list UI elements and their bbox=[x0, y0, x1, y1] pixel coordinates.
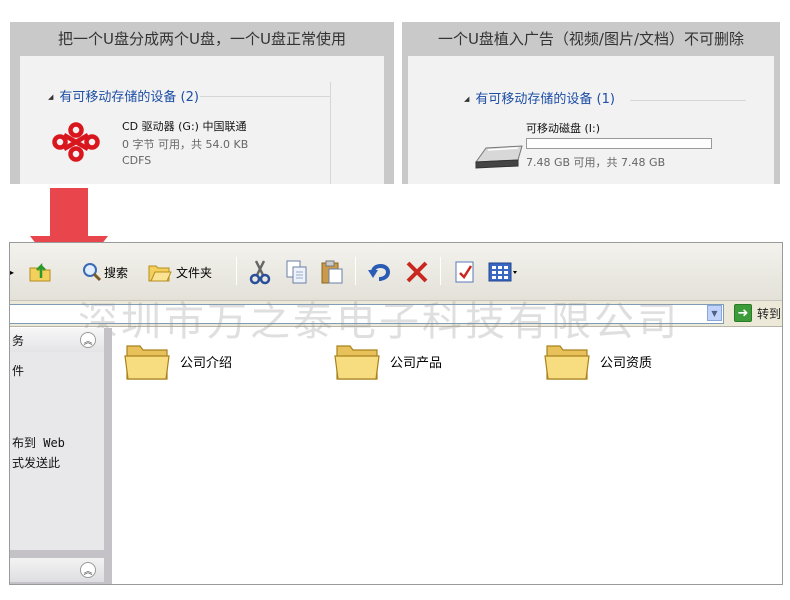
up-folder-button[interactable] bbox=[28, 260, 52, 284]
toolbar-separator bbox=[440, 257, 441, 285]
paste-button[interactable] bbox=[320, 260, 344, 284]
go-label: 转到 bbox=[757, 306, 782, 321]
task-item-email[interactable]: 式发送此 bbox=[12, 454, 60, 471]
undo-button[interactable] bbox=[368, 260, 394, 284]
collapse-triangle-icon[interactable]: ◢ bbox=[464, 95, 469, 103]
panel-body-right: ◢ 有可移动存储的设备 (1) 可移动磁盘 (I:) 7.48 GB 可用，共 7… bbox=[408, 56, 774, 184]
address-dropdown-button[interactable]: ▼ bbox=[707, 305, 722, 321]
panel-body-left: ◢ 有可移动存储的设备 (2) CD 驱动器 (G:) 中国联通 0 字节 可用，… bbox=[20, 56, 384, 184]
group-divider bbox=[630, 100, 746, 101]
drive-usage-bar bbox=[526, 138, 712, 149]
views-icon bbox=[488, 262, 517, 282]
device-group-label: 有可移动存储的设备 (2) bbox=[59, 90, 199, 105]
drive-name: CD 驱动器 (G:) 中国联通 bbox=[122, 120, 247, 133]
collapse-chevron-icon[interactable]: ︽ bbox=[80, 562, 96, 578]
go-arrow-icon: ➜ bbox=[734, 304, 752, 322]
drive-space: 0 字节 可用，共 54.0 KB bbox=[122, 138, 249, 151]
scissors-icon bbox=[249, 260, 271, 285]
panel-two-drives: 把一个U盘分成两个U盘，一个U盘正常使用 ◢ 有可移动存储的设备 (2) CD 驱… bbox=[10, 22, 394, 184]
other-places-header[interactable]: ︽ bbox=[10, 558, 104, 582]
folders-button[interactable]: 文件夹 bbox=[148, 260, 212, 284]
task-sidebar: 务 ︽ 件 布到 Web 式发送此 ︽ bbox=[10, 328, 112, 584]
device-group-header[interactable]: ◢ 有可移动存储的设备 (2) bbox=[48, 86, 199, 105]
views-button[interactable] bbox=[488, 260, 518, 284]
toolbar-separator bbox=[236, 257, 237, 285]
copy-icon bbox=[286, 260, 307, 284]
folders-icon bbox=[148, 265, 172, 282]
panel-title-right: 一个U盘植入广告（视频/图片/文档）不可删除 bbox=[437, 30, 745, 48]
device-group-header[interactable]: ◢ 有可移动存储的设备 (1) bbox=[464, 88, 615, 107]
search-label: 搜索 bbox=[104, 265, 129, 280]
folder-label: 公司资质 bbox=[600, 355, 653, 371]
up-folder-icon bbox=[29, 262, 51, 282]
drive-filesystem: CDFS bbox=[122, 154, 152, 167]
folder-label: 公司介绍 bbox=[180, 355, 233, 371]
back-dropdown-icon[interactable]: ▸ bbox=[10, 260, 14, 284]
folder-item[interactable]: 公司产品 bbox=[334, 340, 442, 382]
folders-label: 文件夹 bbox=[176, 265, 213, 280]
copy-button[interactable] bbox=[285, 260, 309, 284]
cut-button[interactable] bbox=[248, 260, 272, 285]
folder-label: 公司产品 bbox=[390, 355, 443, 371]
task-panel-header[interactable]: 务 ︽ bbox=[10, 328, 104, 352]
toolbar-separator bbox=[355, 257, 356, 285]
task-panel-title: 务 bbox=[12, 334, 25, 348]
device-group-label: 有可移动存储的设备 (1) bbox=[475, 92, 615, 107]
folder-icon bbox=[544, 345, 590, 380]
folder-item[interactable]: 公司资质 bbox=[544, 340, 652, 382]
undo-icon bbox=[368, 264, 391, 281]
address-input[interactable] bbox=[10, 304, 724, 324]
panel-ad-drive: 一个U盘植入广告（视频/图片/文档）不可删除 ◢ 有可移动存储的设备 (1) 可移… bbox=[402, 22, 780, 184]
panel-title-left: 把一个U盘分成两个U盘，一个U盘正常使用 bbox=[58, 30, 346, 48]
search-button[interactable]: 搜索 bbox=[80, 260, 128, 284]
column-divider bbox=[330, 82, 331, 184]
address-bar: ▼ ➜ 转到 bbox=[10, 301, 782, 327]
explorer-window: ▸ 搜索 文件夹 ▼ ➜ 转到 深圳市万之泰电子科技有限公司 务 ︽ 件 布到 … bbox=[9, 242, 783, 585]
china-unicom-logo-icon bbox=[52, 122, 100, 162]
folder-icon bbox=[124, 345, 170, 380]
go-button[interactable]: ➜ 转到 bbox=[734, 304, 781, 322]
removable-disk-icon bbox=[474, 145, 523, 169]
task-item[interactable]: 件 bbox=[12, 362, 24, 379]
task-panel: 务 ︽ 件 布到 Web 式发送此 bbox=[10, 328, 104, 550]
collapse-chevron-icon[interactable]: ︽ bbox=[80, 332, 96, 348]
delete-icon bbox=[406, 261, 428, 283]
drive-name: 可移动磁盘 (I:) bbox=[526, 122, 601, 135]
properties-button[interactable] bbox=[453, 260, 477, 284]
search-icon bbox=[83, 263, 102, 282]
drive-space: 7.48 GB 可用，共 7.48 GB bbox=[526, 156, 666, 169]
folder-icon bbox=[334, 345, 380, 380]
paste-icon bbox=[321, 260, 343, 284]
toolbar: ▸ 搜索 文件夹 bbox=[10, 243, 782, 301]
folder-item[interactable]: 公司介绍 bbox=[124, 340, 232, 382]
task-item-publish-web[interactable]: 布到 Web bbox=[12, 434, 65, 451]
delete-button[interactable] bbox=[405, 260, 429, 284]
chevron-down-icon: ▼ bbox=[711, 308, 718, 318]
collapse-triangle-icon[interactable]: ◢ bbox=[48, 93, 53, 101]
group-divider bbox=[200, 96, 330, 97]
properties-icon bbox=[455, 261, 474, 283]
